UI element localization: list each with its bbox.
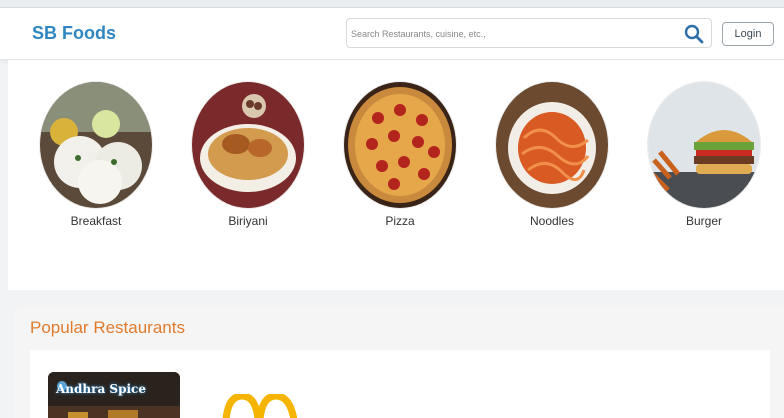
brand-logo[interactable]: SB Foods [32,23,116,44]
pizza-image [344,82,456,208]
category-label: Burger [685,214,723,228]
category-section: Breakfast Biriyani Pizza Noodles Burger [8,60,784,290]
navbar: SB Foods Login [0,8,784,60]
breakfast-image [40,82,152,208]
search-button[interactable] [683,23,705,45]
noodles-image [496,82,608,208]
search-icon [684,24,704,44]
login-button[interactable]: Login [722,22,774,46]
restaurant-card-andhra-spice[interactable]: Andhra Spice [48,372,180,418]
category-label: Breakfast [70,214,122,228]
restaurant-name: Andhra Spice [56,382,146,396]
category-label: Noodles [529,214,575,228]
burger-image [648,82,760,208]
category-label: Pizza [385,214,415,228]
category-burger[interactable]: Burger [648,82,760,228]
popular-restaurants-section: Popular Restaurants Andhra Spice [14,306,784,418]
category-biriyani[interactable]: Biriyani [192,82,304,228]
browser-top-strip [0,0,784,8]
biriyani-image [192,82,304,208]
mcdonalds-logo [222,392,298,418]
category-label: Biriyani [228,214,268,228]
search-input[interactable] [351,24,671,44]
restaurant-card-mcdonalds[interactable] [222,392,298,418]
category-breakfast[interactable]: Breakfast [40,82,152,228]
category-pizza[interactable]: Pizza [344,82,456,228]
category-noodles[interactable]: Noodles [496,82,608,228]
search-bar [346,18,712,48]
section-title: Popular Restaurants [30,318,185,337]
restaurant-list: Andhra Spice [30,350,770,418]
